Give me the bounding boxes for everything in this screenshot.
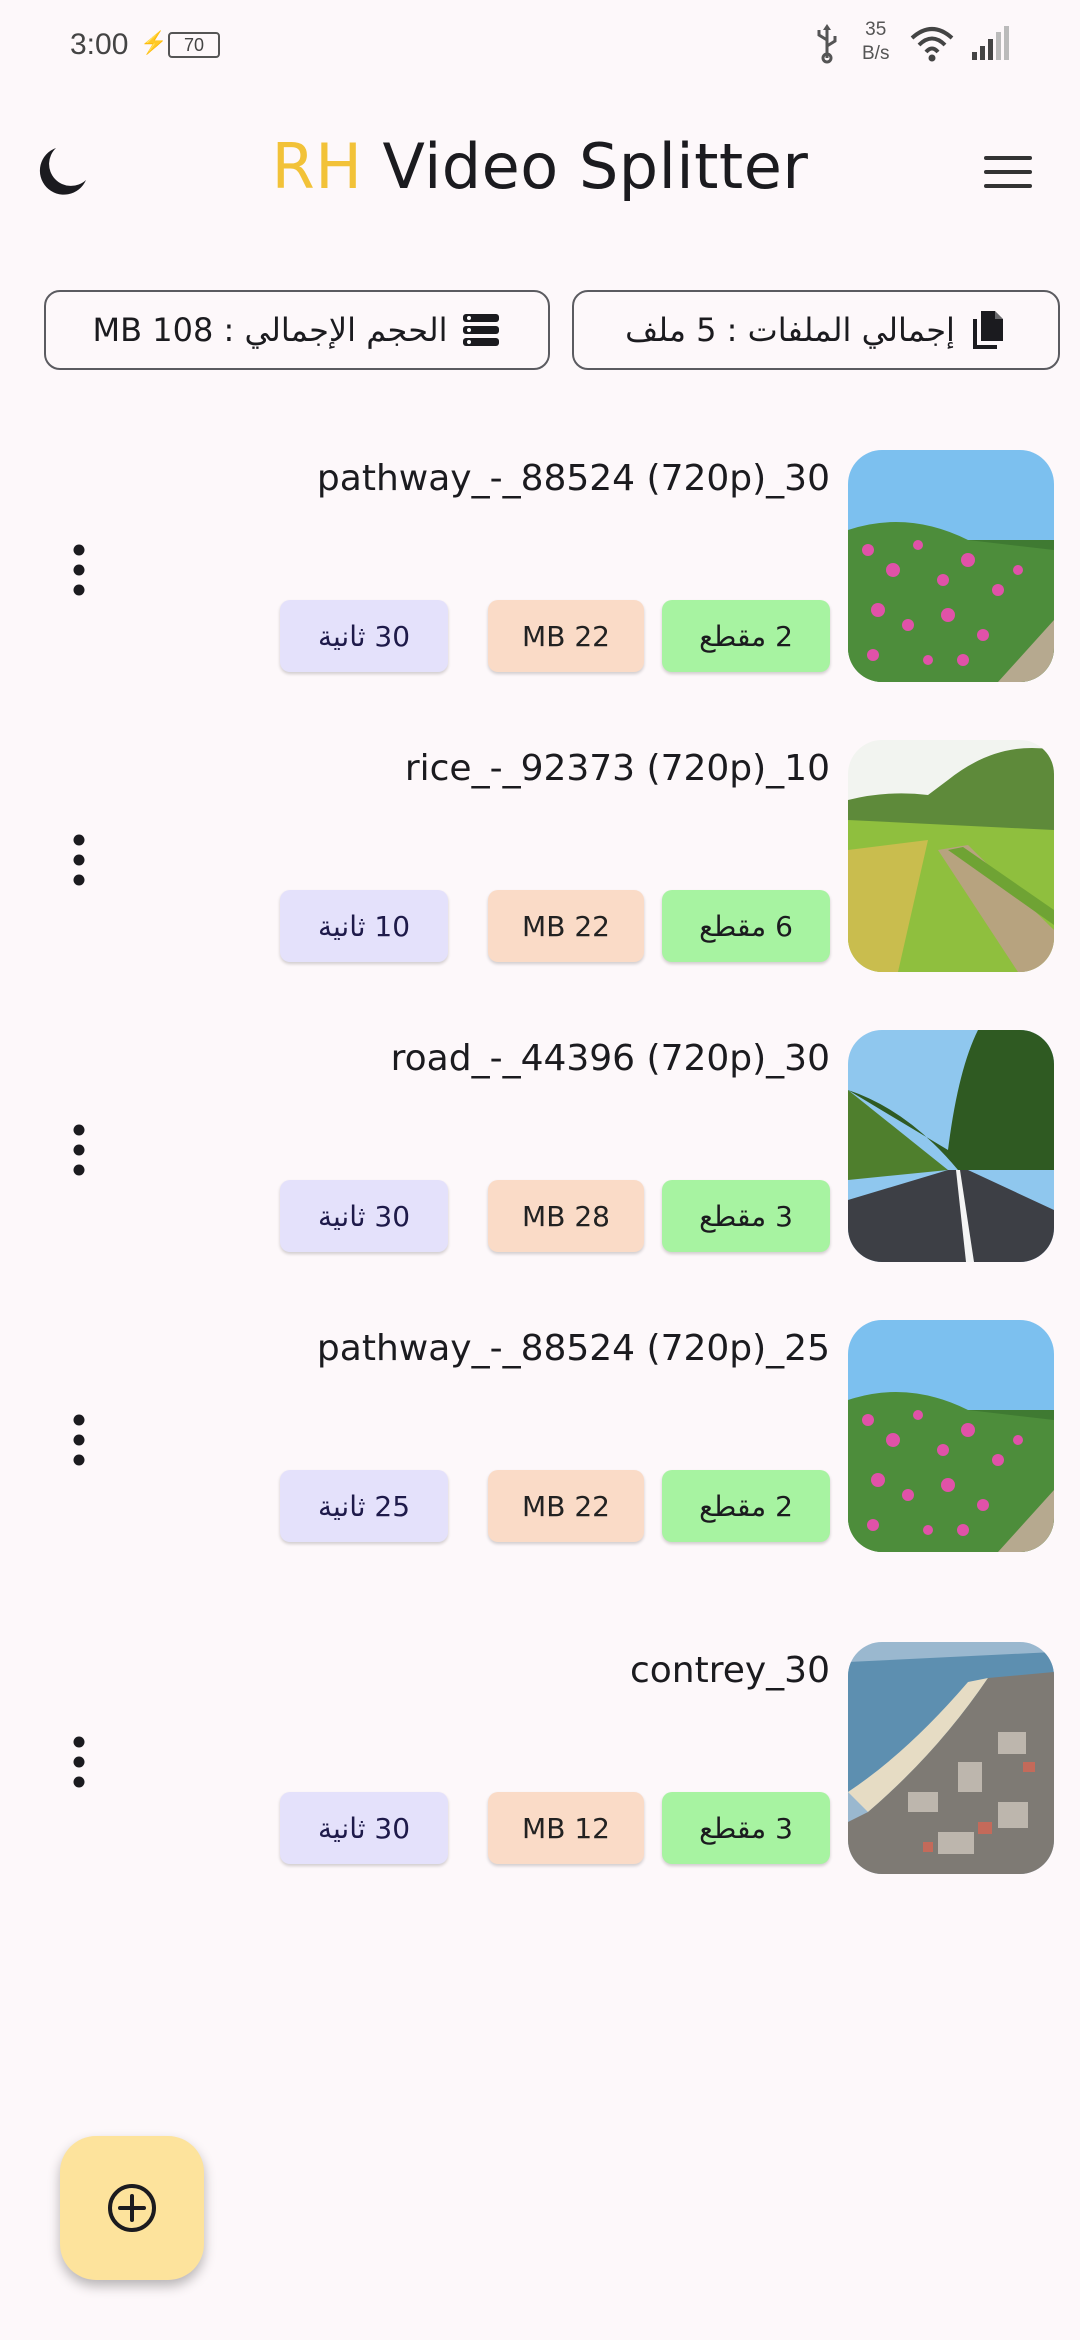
size-badge: 22 MB	[488, 1470, 644, 1542]
add-video-fab[interactable]	[60, 2136, 204, 2280]
size-badge: 12 MB	[488, 1792, 644, 1864]
item-menu-button[interactable]	[64, 830, 94, 890]
status-time: 3:00	[70, 28, 129, 61]
status-bar: 3:00 ⚡ 70 35 B/s	[0, 0, 1080, 90]
more-vertical-icon	[73, 834, 85, 886]
segments-badge: 2 مقطع	[662, 1470, 830, 1542]
video-title: pathway_-_88524 (720p)_25	[316, 1328, 830, 1369]
duration-badge: 30 ثانية	[280, 1180, 448, 1252]
segments-badge: 3 مقطع	[662, 1180, 830, 1252]
more-vertical-icon	[73, 1414, 85, 1466]
duration-badge: 25 ثانية	[280, 1470, 448, 1542]
duration-badge: 10 ثانية	[280, 890, 448, 962]
video-list-item[interactable]: contrey_30 3 مقطع 12 MB 30 ثانية	[0, 1642, 1080, 1874]
signal-icon	[972, 26, 1010, 67]
size-badge: 28 MB	[488, 1180, 644, 1252]
video-thumbnail[interactable]	[848, 450, 1054, 682]
item-menu-button[interactable]	[64, 1120, 94, 1180]
video-thumbnail[interactable]	[848, 740, 1054, 972]
battery-indicator: 70	[168, 32, 220, 58]
add-circle-icon	[108, 2184, 156, 2232]
segments-badge: 6 مقطع	[662, 890, 830, 962]
more-vertical-icon	[73, 544, 85, 596]
video-list-item[interactable]: rice_-_92373 (720p)_10 6 مقطع 22 MB 10 ث…	[0, 740, 1080, 972]
storage-icon	[463, 314, 500, 346]
segments-badge: 2 مقطع	[662, 600, 830, 672]
hamburger-menu-icon	[984, 156, 1032, 188]
item-menu-button[interactable]	[64, 540, 94, 600]
files-icon	[972, 311, 1003, 349]
total-files-chip: إجمالي الملفات : 5 ملف	[572, 290, 1060, 370]
total-size-label: الحجم الإجمالي : 108 MB	[92, 311, 448, 349]
more-vertical-icon	[73, 1124, 85, 1176]
video-list-item[interactable]: pathway_-_88524 (720p)_25 2 مقطع 22 MB 2…	[0, 1320, 1080, 1552]
video-title: contrey_30	[629, 1650, 830, 1691]
network-rate: 35 B/s	[862, 18, 889, 66]
menu-button[interactable]	[980, 150, 1036, 194]
total-files-label: إجمالي الملفات : 5 ملف	[625, 311, 955, 349]
wifi-icon	[910, 26, 954, 67]
video-title: road_-_44396 (720p)_30	[390, 1038, 830, 1079]
app-title-accent: RH	[271, 130, 363, 203]
segments-badge: 3 مقطع	[662, 1792, 830, 1864]
summary-bar: الحجم الإجمالي : 108 MB إجمالي الملفات :…	[44, 290, 1060, 370]
video-thumbnail[interactable]	[848, 1030, 1054, 1262]
size-badge: 22 MB	[488, 890, 644, 962]
video-title: pathway_-_88524 (720p)_30	[316, 458, 830, 499]
item-menu-button[interactable]	[64, 1732, 94, 1792]
video-list-item[interactable]: road_-_44396 (720p)_30 3 مقطع 28 MB 30 ث…	[0, 1030, 1080, 1262]
video-title: rice_-_92373 (720p)_10	[404, 748, 830, 789]
more-vertical-icon	[73, 1736, 85, 1788]
video-thumbnail[interactable]	[848, 1320, 1054, 1552]
usb-icon	[812, 24, 842, 69]
network-rate-value: 35	[865, 19, 887, 40]
total-size-chip: الحجم الإجمالي : 108 MB	[44, 290, 550, 370]
charging-icon: ⚡	[140, 30, 168, 55]
item-menu-button[interactable]	[64, 1410, 94, 1470]
duration-badge: 30 ثانية	[280, 600, 448, 672]
video-thumbnail[interactable]	[848, 1642, 1054, 1874]
app-bar: RH Video Splitter	[0, 110, 1080, 230]
network-rate-unit: B/s	[862, 43, 890, 64]
video-list-item[interactable]: pathway_-_88524 (720p)_30 2 مقطع 22 MB 3…	[0, 450, 1080, 682]
app-title: RH Video Splitter	[0, 130, 1080, 203]
size-badge: 22 MB	[488, 600, 644, 672]
app-title-rest: Video Splitter	[382, 130, 809, 203]
duration-badge: 30 ثانية	[280, 1792, 448, 1864]
